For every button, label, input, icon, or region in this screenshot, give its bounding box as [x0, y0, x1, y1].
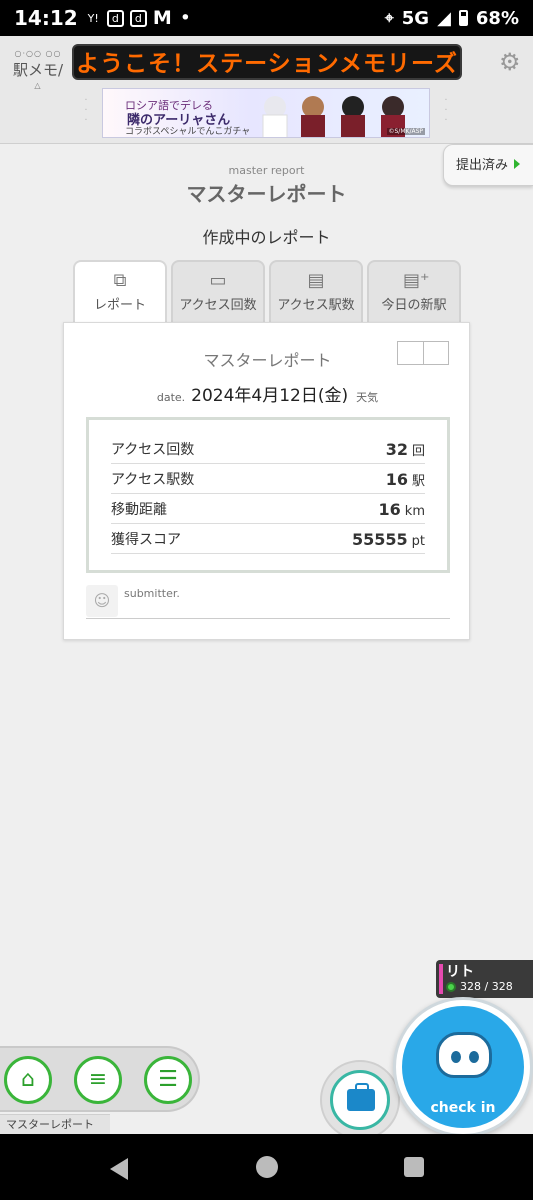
stat-value: 16	[378, 500, 401, 519]
tab-report[interactable]: ⧉ レポート	[73, 260, 167, 326]
tab-label: アクセス回数	[179, 298, 257, 313]
logo-mark: △	[34, 81, 42, 90]
banner-subtitle: コラボスペシャルでんこガチャ	[125, 127, 251, 137]
date-label: date.	[156, 391, 186, 404]
tab-label: アクセス駅数	[277, 298, 355, 313]
page-subtitle-en: master report	[228, 164, 305, 177]
checkin-label: check in	[430, 1100, 496, 1116]
stats-table: アクセス回数 32 回 アクセス駅数 16 駅 移動距離 16 km 獲得スコア 55…	[86, 417, 450, 573]
stat-label: 獲得スコア	[111, 532, 181, 548]
stat-row: 移動距離 16 km	[111, 494, 425, 524]
report-list-button[interactable]: ☰	[144, 1056, 192, 1104]
tab-new-stations[interactable]: ▤⁺ 今日の新駅	[367, 260, 461, 324]
location-icon: ⌖	[384, 8, 394, 27]
stat-unit: 回	[411, 444, 425, 459]
collab-banner[interactable]: ロシア語でデレる 隣のアーリャさん コラボスペシャルでんこガチャ ©S/MK/A…	[102, 88, 430, 138]
toolbox-inner	[330, 1070, 390, 1130]
battery-icon	[458, 10, 468, 26]
network-label: 5G	[401, 7, 430, 29]
stamp-boxes	[397, 341, 449, 365]
hp-icon	[446, 982, 456, 992]
gear-icon[interactable]: ⚙	[499, 50, 523, 74]
tab-access-stations[interactable]: ▤ アクセス駅数	[269, 260, 363, 324]
signal-icon: ◢	[437, 7, 451, 29]
app-logo[interactable]: ○·○○ ○○ 駅メモ/ △	[8, 46, 68, 90]
tab-label: レポート	[93, 298, 146, 313]
report-date-line: date. 2024年4月12日(金) 天気	[64, 381, 471, 406]
stat-row: アクセス回数 32 回	[111, 434, 425, 464]
stat-label: アクセス回数	[111, 442, 195, 458]
submitter-avatar-icon: ☺	[86, 585, 118, 617]
back-icon[interactable]	[110, 1158, 128, 1180]
character-hp: 328 / 328	[446, 980, 513, 993]
status-bar: 14:12 Y! d d M • ⌖ 5G ◢ 68%	[0, 0, 533, 36]
briefcase-icon	[347, 1083, 375, 1111]
banner-next-dots[interactable]: · · ·	[438, 96, 454, 136]
character-name: リト	[446, 964, 474, 980]
train-icon: ▤	[307, 270, 325, 291]
report-date: 2024年4月12日(金)	[191, 386, 349, 406]
stat-unit: pt	[411, 534, 425, 549]
stat-value: 55555	[351, 530, 408, 549]
toolbox-button[interactable]	[320, 1060, 400, 1140]
new-train-icon: ▤⁺	[403, 270, 430, 291]
logo-dots: ○·○○ ○○	[14, 49, 62, 58]
weather-label: 天気	[356, 391, 379, 404]
stat-unit: 駅	[411, 474, 425, 489]
status-time: 14:12	[14, 6, 78, 30]
card-icon: ▭	[209, 270, 227, 291]
page-title: マスターレポート	[186, 182, 347, 206]
stat-label: 移動距離	[111, 502, 167, 518]
section-heading: 作成中のレポート	[202, 228, 331, 247]
banner-copyright: ©S/MK/ASP	[386, 128, 425, 135]
battery-percent: 68%	[475, 7, 519, 29]
home-button[interactable]: ⌂	[4, 1056, 52, 1104]
character-badge[interactable]: リト 328 / 328	[436, 960, 533, 998]
report-tabs: ⧉ レポート ▭ アクセス回数 ▤ アクセス駅数 ▤⁺ 今日の新駅	[73, 260, 461, 326]
welcome-marquee: ようこそ！ステーションメモリーズ	[72, 44, 462, 80]
checkin-button[interactable]: check in	[393, 997, 533, 1137]
tab-access-count[interactable]: ▭ アクセス回数	[171, 260, 265, 324]
recents-icon[interactable]	[404, 1157, 424, 1177]
home-circle-icon[interactable]	[256, 1156, 278, 1178]
mascot-face-icon	[436, 1032, 492, 1078]
gmail-notification-icon: M	[152, 7, 172, 29]
system-nav-bar	[0, 1134, 533, 1200]
home-icon: ⌂	[21, 1067, 35, 1092]
tab-label: 今日の新駅	[381, 298, 447, 313]
current-screen-label: マスターレポート	[0, 1114, 110, 1134]
stat-label: アクセス駅数	[111, 472, 195, 488]
report-icon: ⧉	[113, 270, 127, 291]
stat-value: 16	[385, 470, 408, 489]
docomo-notification-icon: d	[106, 9, 124, 27]
report-list-icon: ☰	[158, 1067, 178, 1092]
yahoo-notification-icon: Y!	[87, 11, 99, 25]
checkin-inner: check in	[402, 1006, 524, 1128]
logo-text: 駅メモ/	[12, 61, 64, 79]
report-card: マスターレポート date. 2024年4月12日(金) 天気 アクセス回数 32 回…	[63, 322, 470, 640]
stat-row: 獲得スコア 55555 pt	[111, 524, 425, 554]
character-color-bar	[439, 964, 443, 994]
hp-value: 328 / 328	[460, 980, 513, 993]
list-icon: ≡	[88, 1067, 108, 1092]
stat-row: アクセス駅数 16 駅	[111, 464, 425, 494]
submitter-row: ☺ submitter.	[86, 585, 450, 619]
bottom-nav-dock: ⌂ ≡ ☰	[0, 1046, 200, 1112]
docomo-notification-icon: d	[129, 9, 147, 27]
list-button[interactable]: ≡	[74, 1056, 122, 1104]
banner-prev-dots[interactable]: · · ·	[78, 96, 94, 136]
app-header: ○·○○ ○○ 駅メモ/ △ ようこそ！ステーションメモリーズ ⚙ · · · ロシ…	[0, 36, 533, 144]
stat-unit: km	[404, 504, 425, 519]
submitter-label: submitter.	[124, 587, 180, 600]
more-notifications-dot: •	[179, 7, 191, 29]
stat-value: 32	[385, 440, 408, 459]
